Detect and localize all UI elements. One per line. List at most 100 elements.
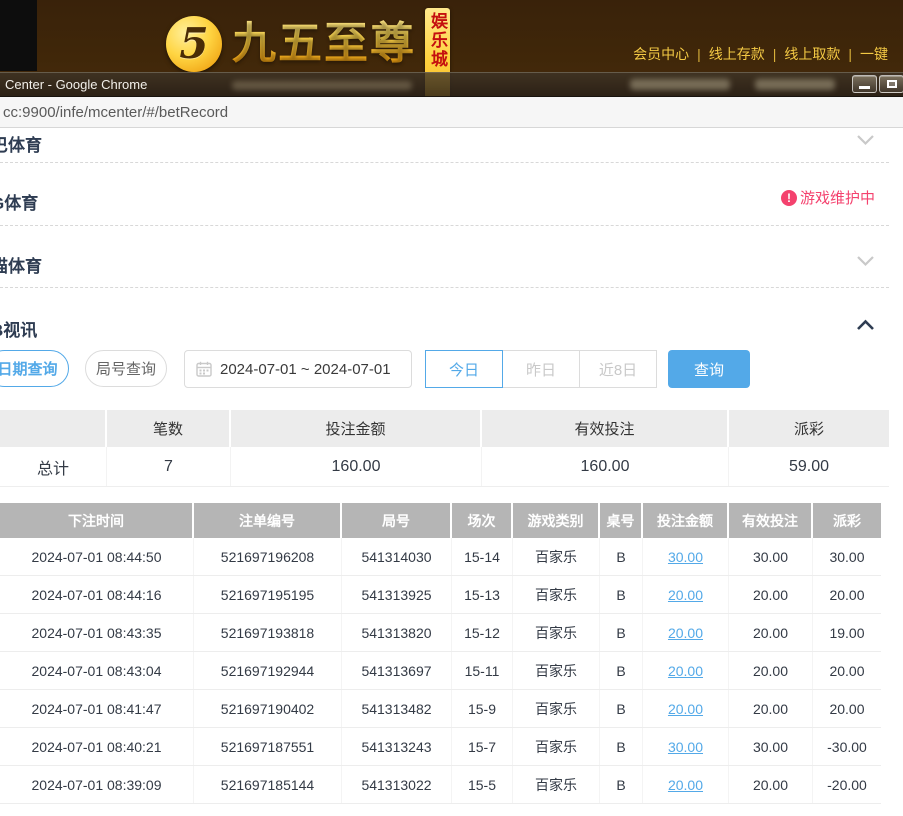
cell-time: 2024-07-01 08:43:35 xyxy=(0,614,194,651)
cell-round: 541313243 xyxy=(342,728,452,765)
blurred-text xyxy=(630,79,730,90)
bet-amount-link[interactable]: 30.00 xyxy=(668,739,703,755)
cell-order: 521697185144 xyxy=(194,766,342,803)
cell-table: B xyxy=(600,766,643,803)
section-divider xyxy=(0,162,889,163)
nav-onekey[interactable]: 一键 xyxy=(860,46,888,62)
site-logo-icon: 5 xyxy=(166,16,222,72)
section-b-live[interactable]: B视讯 xyxy=(0,310,903,344)
cell-payout: 19.00 xyxy=(813,614,881,651)
cell-time: 2024-07-01 08:43:04 xyxy=(0,652,194,689)
bet-amount-link[interactable]: 30.00 xyxy=(668,549,703,565)
minimize-button[interactable] xyxy=(852,75,877,93)
cell-time: 2024-07-01 08:40:21 xyxy=(0,728,194,765)
summary-total-bet: 160.00 xyxy=(231,447,482,486)
cell-table: B xyxy=(600,614,643,651)
chevron-down-icon[interactable] xyxy=(856,133,875,147)
cell-round: 541313925 xyxy=(342,576,452,613)
search-button[interactable]: 查询 xyxy=(668,350,750,388)
url-text[interactable]: cc:9900/infe/mcenter/#/betRecord xyxy=(0,104,228,121)
cell-order: 521697196208 xyxy=(194,538,342,575)
maximize-button[interactable] xyxy=(879,75,903,93)
cell-table: B xyxy=(600,728,643,765)
cell-table: B xyxy=(600,538,643,575)
nav-online-deposit[interactable]: 线上存款 xyxy=(709,46,765,62)
bet-amount-link[interactable]: 20.00 xyxy=(668,663,703,679)
cell-bet: 30.00 xyxy=(643,538,729,575)
summary-total-label: 总计 xyxy=(0,447,107,486)
cell-round: 541313697 xyxy=(342,652,452,689)
table-row: 2024-07-01 08:39:09521697185144541313022… xyxy=(0,766,881,804)
summary-total-row: 总计 7 160.00 160.00 59.00 xyxy=(0,447,889,487)
cell-game: 百家乐 xyxy=(513,766,600,803)
bet-table-header-session: 场次 xyxy=(452,503,513,538)
cell-round: 541313482 xyxy=(342,690,452,727)
summary-header-count: 笔数 xyxy=(107,410,231,447)
cell-round: 541313022 xyxy=(342,766,452,803)
section-cat-sports[interactable]: 猫体育 xyxy=(0,246,903,280)
section-divider xyxy=(0,225,889,226)
cell-order: 521697192944 xyxy=(194,652,342,689)
last-8-days-button[interactable]: 近8日 xyxy=(579,350,657,388)
cell-valid: 20.00 xyxy=(729,690,813,727)
bet-table-header-payout: 派彩 xyxy=(813,503,881,538)
maximize-icon xyxy=(887,80,897,88)
summary-total-valid: 160.00 xyxy=(482,447,729,486)
bet-amount-link[interactable]: 20.00 xyxy=(668,587,703,603)
cell-order: 521697190402 xyxy=(194,690,342,727)
summary-header-valid: 有效投注 xyxy=(482,410,729,447)
nav-member-center[interactable]: 会员中心 xyxy=(633,46,689,62)
cell-payout: 20.00 xyxy=(813,576,881,613)
cell-order: 521697195195 xyxy=(194,576,342,613)
chrome-urlbar[interactable]: cc:9900/infe/mcenter/#/betRecord xyxy=(0,97,903,128)
bet-table-header-game: 游戏类别 xyxy=(513,503,600,538)
summary-header-blank xyxy=(0,410,107,447)
cell-session: 15-5 xyxy=(452,766,513,803)
bet-table-header-bet: 投注金额 xyxy=(643,503,729,538)
cell-time: 2024-07-01 08:44:50 xyxy=(0,538,194,575)
summary-table: 笔数 投注金额 有效投注 派彩 总计 7 160.00 160.00 59.00 xyxy=(0,410,889,487)
summary-header-row: 笔数 投注金额 有效投注 派彩 xyxy=(0,410,889,447)
cell-time: 2024-07-01 08:44:16 xyxy=(0,576,194,613)
nav-separator: | xyxy=(697,46,701,62)
section-g-sports[interactable]: G体育 ! 游戏维护中 xyxy=(0,183,903,217)
bet-table-header-round: 局号 xyxy=(342,503,452,538)
cell-game: 百家乐 xyxy=(513,690,600,727)
cell-payout: -30.00 xyxy=(813,728,881,765)
bet-table-body: 2024-07-01 08:44:50521697196208541314030… xyxy=(0,538,881,804)
bet-amount-link[interactable]: 20.00 xyxy=(668,777,703,793)
table-row: 2024-07-01 08:40:21521697187551541313243… xyxy=(0,728,881,766)
nav-online-withdraw[interactable]: 线上取款 xyxy=(784,46,840,62)
section-ba-sports[interactable]: 巴体育 xyxy=(0,125,903,159)
table-row: 2024-07-01 08:44:50521697196208541314030… xyxy=(0,538,881,576)
filter-bar: 日期查询 局号查询 2024-07-01 ~ 2024-07-01 今日 昨日 … xyxy=(0,350,903,388)
cell-round: 541314030 xyxy=(342,538,452,575)
cell-game: 百家乐 xyxy=(513,728,600,765)
bet-amount-link[interactable]: 20.00 xyxy=(668,701,703,717)
cell-round: 541313820 xyxy=(342,614,452,651)
table-row: 2024-07-01 08:41:47521697190402541313482… xyxy=(0,690,881,728)
nav-separator: | xyxy=(848,46,852,62)
cell-payout: 20.00 xyxy=(813,690,881,727)
cell-payout: -20.00 xyxy=(813,766,881,803)
cell-game: 百家乐 xyxy=(513,652,600,689)
date-query-tab[interactable]: 日期查询 xyxy=(0,350,69,387)
table-row: 2024-07-01 08:43:04521697192944541313697… xyxy=(0,652,881,690)
round-query-tab[interactable]: 局号查询 xyxy=(85,350,167,387)
bet-table-header-table: 桌号 xyxy=(600,503,643,538)
chevron-down-icon[interactable] xyxy=(856,254,875,268)
today-button[interactable]: 今日 xyxy=(425,350,503,388)
summary-total-count: 7 xyxy=(107,447,231,486)
bet-records-table: 下注时间注单编号局号场次游戏类别桌号投注金额有效投注派彩 2024-07-01 … xyxy=(0,503,881,804)
bet-amount-link[interactable]: 20.00 xyxy=(668,625,703,641)
date-range-input[interactable]: 2024-07-01 ~ 2024-07-01 xyxy=(184,350,412,388)
cell-payout: 20.00 xyxy=(813,652,881,689)
section-title: B视讯 xyxy=(0,316,37,341)
chrome-titlebar[interactable]: Center - Google Chrome xyxy=(0,72,903,97)
bet-table-header-order: 注单编号 xyxy=(194,503,342,538)
chevron-up-icon[interactable] xyxy=(856,318,875,332)
cell-bet: 20.00 xyxy=(643,766,729,803)
yesterday-button[interactable]: 昨日 xyxy=(502,350,580,388)
cell-valid: 20.00 xyxy=(729,614,813,651)
cell-time: 2024-07-01 08:39:09 xyxy=(0,766,194,803)
